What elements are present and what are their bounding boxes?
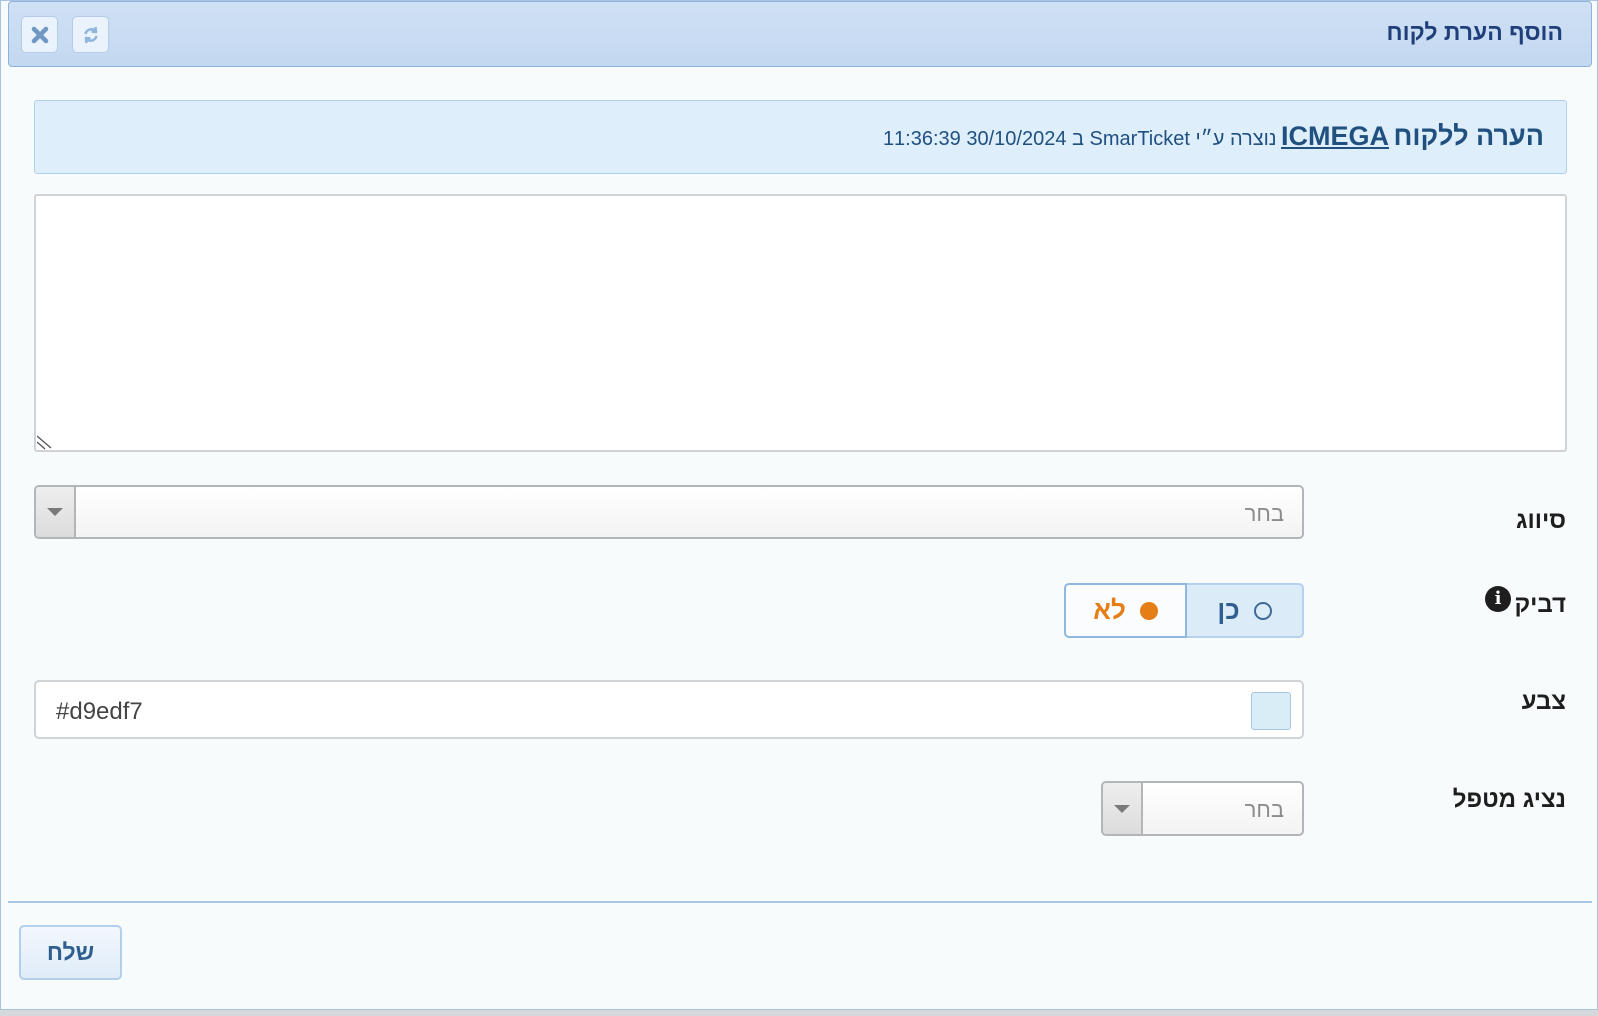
sticky-radio-group: לא כן: [1064, 583, 1304, 638]
color-input[interactable]: #d9edf7: [34, 680, 1304, 739]
classification-select[interactable]: בחר: [34, 485, 1304, 539]
close-icon: [31, 26, 48, 43]
footer-divider: [8, 901, 1592, 903]
note-textarea[interactable]: [34, 194, 1567, 452]
classification-dropdown-button[interactable]: [36, 487, 76, 537]
sticky-label: דביק: [1514, 591, 1566, 618]
handler-rep-placeholder: בחר: [1244, 797, 1284, 822]
radio-unselected-icon: [1253, 601, 1272, 620]
note-info-banner: הערה ללקוח ICMEGA נוצרה ע״י SmarTicket ב…: [34, 100, 1567, 174]
dialog-titlebar: הוסף הערת לקוח: [8, 1, 1592, 67]
handler-rep-label: נציג מטפל: [1452, 786, 1566, 813]
sticky-option-no-label: לא: [1093, 595, 1126, 625]
refresh-button[interactable]: [72, 16, 109, 53]
handler-rep-dropdown-button[interactable]: [1103, 783, 1143, 834]
customer-link[interactable]: ICMEGA: [1281, 121, 1389, 151]
color-label: צבע: [1521, 688, 1566, 715]
created-meta: נוצרה ע״י SmarTicket ב 30/10/2024 11:36:…: [882, 128, 1277, 150]
color-value: #d9edf7: [56, 698, 143, 725]
refresh-icon: [83, 26, 98, 43]
chevron-down-icon: [1114, 804, 1130, 813]
sticky-option-yes-label: כן: [1217, 595, 1240, 625]
add-customer-note-dialog: הוסף הערת לקוח הערה ללקוח ICMEGA נוצרה ע…: [0, 0, 1598, 1010]
radio-selected-icon: [1139, 601, 1158, 620]
classification-placeholder: בחר: [1244, 501, 1284, 526]
dialog-title: הוסף הערת לקוח: [1386, 19, 1563, 45]
resize-grip-icon[interactable]: [37, 434, 53, 450]
close-button[interactable]: [21, 16, 58, 53]
color-swatch[interactable]: [1251, 692, 1291, 730]
banner-prefix: הערה ללקוח: [1393, 121, 1545, 151]
send-button[interactable]: שלח: [19, 925, 122, 980]
classification-label: סיווג: [1516, 507, 1566, 534]
sticky-option-yes[interactable]: כן: [1187, 583, 1304, 638]
handler-rep-select[interactable]: בחר: [1101, 781, 1304, 836]
chevron-down-icon: [47, 508, 63, 516]
sticky-option-no[interactable]: לא: [1064, 583, 1187, 638]
info-icon[interactable]: i: [1485, 586, 1511, 612]
